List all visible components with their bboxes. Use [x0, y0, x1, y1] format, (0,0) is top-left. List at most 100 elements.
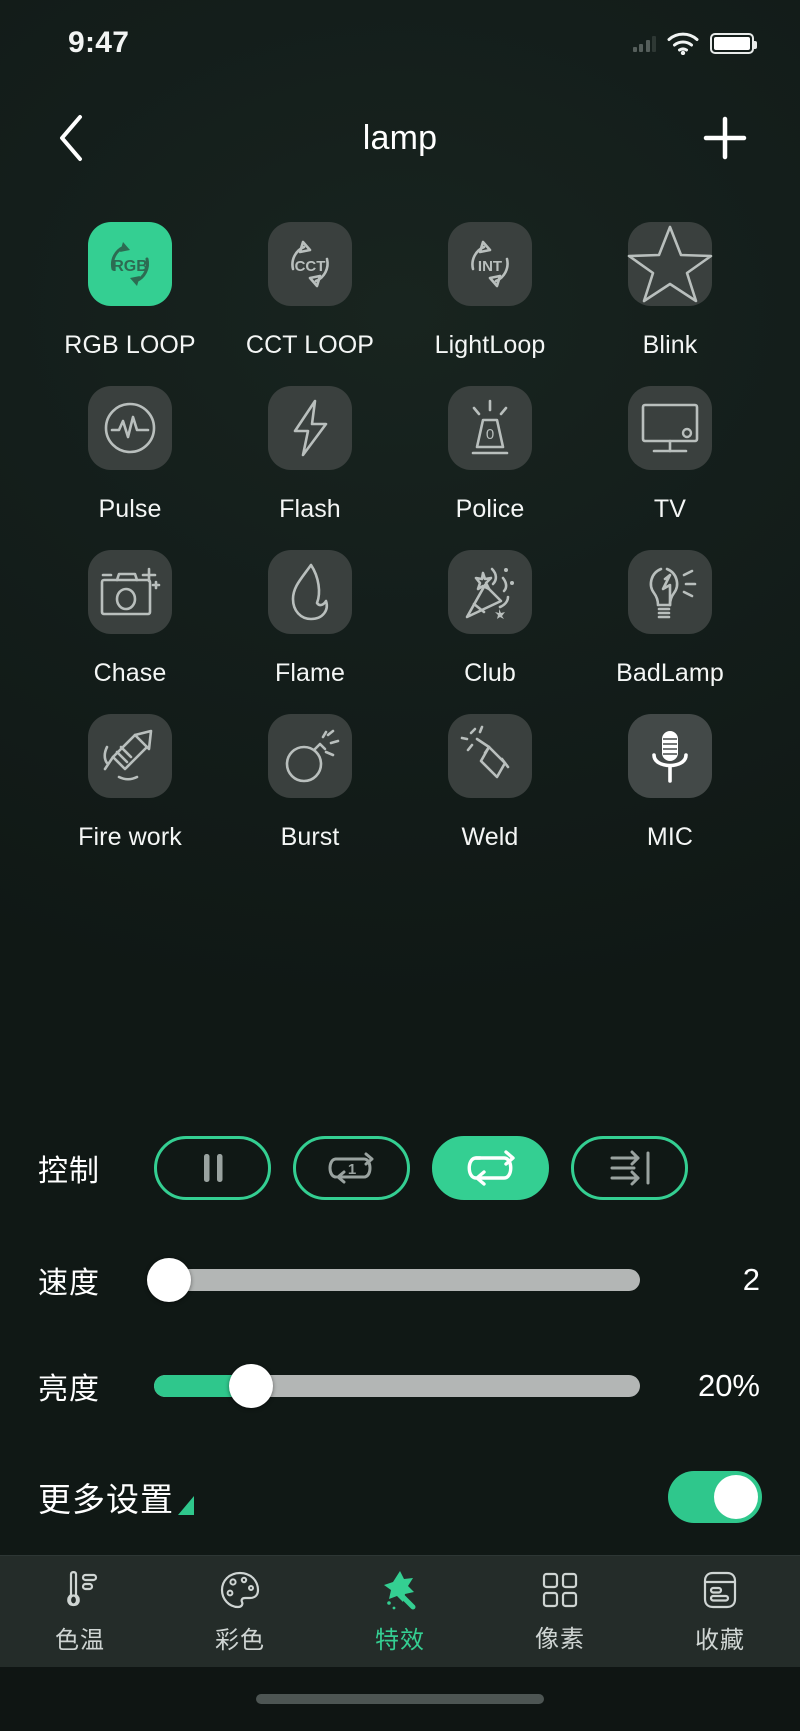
- home-indicator[interactable]: [256, 1694, 544, 1704]
- effect-item-badlamp[interactable]: BadLamp: [580, 532, 760, 688]
- control-mode-row: 控制 1: [38, 1109, 764, 1227]
- tab-color[interactable]: 彩色: [160, 1569, 320, 1655]
- effect-label: Fire work: [78, 823, 182, 851]
- palette-icon: [220, 1571, 260, 1608]
- firework-rocket-icon: [103, 729, 153, 781]
- add-button[interactable]: [698, 111, 752, 165]
- effect-label: TV: [653, 495, 687, 523]
- effect-tile: [88, 550, 172, 634]
- effect-tile: CCT: [268, 222, 352, 306]
- effect-item-police[interactable]: 0 Police: [400, 368, 580, 524]
- status-indicators: [632, 32, 757, 55]
- pulse-icon: [104, 402, 156, 454]
- tab-label: 像素: [535, 1625, 585, 1653]
- brightness-label: 亮度: [38, 1373, 100, 1406]
- home-indicator-area: [0, 1667, 800, 1731]
- effect-item-tv[interactable]: TV: [580, 368, 760, 524]
- tab-label: 彩色: [215, 1626, 265, 1654]
- effect-tile: [628, 714, 712, 798]
- battery-icon: [710, 32, 757, 54]
- thermometer-icon: [67, 1570, 98, 1606]
- repeat-one-icon: 1: [328, 1152, 373, 1184]
- tab-color-temperature[interactable]: 色温: [0, 1569, 160, 1655]
- effect-tile: [627, 222, 713, 306]
- brightness-value: 20%: [697, 1368, 760, 1403]
- speed-slider[interactable]: [146, 1258, 640, 1302]
- chevron-left-icon: [60, 115, 82, 161]
- effect-item-lightloop[interactable]: INT LightLoop: [400, 204, 580, 360]
- effects-grid: RGB RGB LOOP CCT CCT LOOP INT LightLoop …: [0, 190, 800, 852]
- effect-label: Pulse: [98, 495, 162, 523]
- speed-value: 2: [742, 1262, 760, 1297]
- bottom-tab-bar: 色温 彩色 特效 像素 收藏: [0, 1555, 800, 1667]
- repeat-one-button[interactable]: 1: [293, 1136, 410, 1200]
- effect-tile: [448, 714, 532, 798]
- pause-button[interactable]: [154, 1136, 271, 1200]
- effect-tile: [268, 714, 352, 798]
- control-buttons: 1: [154, 1136, 688, 1200]
- tab-label: 色温: [55, 1626, 105, 1654]
- repeat-all-button[interactable]: [432, 1136, 549, 1200]
- star-icon: [627, 225, 713, 303]
- repeat-all-icon: [467, 1150, 515, 1186]
- effect-label: LightLoop: [434, 331, 546, 359]
- effect-label: CCT LOOP: [245, 331, 375, 359]
- effect-item-chase[interactable]: Chase: [40, 532, 220, 688]
- magic-wand-icon: [384, 1570, 416, 1609]
- effect-tile: [268, 550, 352, 634]
- tv-icon: [641, 403, 699, 453]
- svg-text:RGB: RGB: [112, 258, 148, 275]
- more-settings-toggle-link[interactable]: 更多设置: [38, 1473, 194, 1521]
- effect-item-weld[interactable]: Weld: [400, 696, 580, 852]
- more-settings-row: 更多设置: [38, 1439, 764, 1555]
- effect-item-cct-loop[interactable]: CCT CCT LOOP: [220, 204, 400, 360]
- flame-icon: [291, 563, 329, 621]
- effect-item-flame[interactable]: Flame: [220, 532, 400, 688]
- status-bar: 9:47: [0, 0, 800, 86]
- speed-slider-track: [154, 1269, 640, 1291]
- effect-label: Blink: [642, 331, 698, 359]
- effect-item-mic[interactable]: MIC: [580, 696, 760, 852]
- pause-icon: [203, 1154, 222, 1182]
- effect-item-pulse[interactable]: Pulse: [40, 368, 220, 524]
- speed-slider-thumb[interactable]: [146, 1258, 191, 1302]
- effect-label: Flame: [275, 659, 345, 687]
- effect-item-flash[interactable]: Flash: [220, 368, 400, 524]
- effect-item-rgb-loop[interactable]: RGB RGB LOOP: [40, 204, 220, 360]
- effect-label: MIC: [646, 823, 694, 851]
- effect-item-blink[interactable]: Blink: [580, 204, 760, 360]
- effect-item-club[interactable]: Club: [400, 532, 580, 688]
- effect-tile: 0: [448, 386, 532, 470]
- svg-text:CCT: CCT: [295, 258, 326, 275]
- effect-item-firework[interactable]: Fire work: [40, 696, 220, 852]
- microphone-icon: [652, 731, 688, 783]
- more-settings-switch[interactable]: [668, 1471, 762, 1523]
- tab-favorites[interactable]: 收藏: [640, 1569, 800, 1655]
- effect-label: BadLamp: [616, 659, 724, 687]
- brightness-row: 亮度 20%: [38, 1333, 764, 1439]
- navigation-bar: lamp: [0, 86, 800, 190]
- control-panel: 控制 1 速度 2 亮度 20% 更多设置: [0, 852, 800, 1555]
- tab-pixel[interactable]: 像素: [480, 1570, 640, 1654]
- siren-icon: 0: [471, 399, 509, 455]
- effect-item-burst[interactable]: Burst: [220, 696, 400, 852]
- broken-bulb-icon: [649, 567, 697, 619]
- effect-tile: [628, 550, 712, 634]
- effect-label: Police: [455, 495, 525, 523]
- int-loop-icon: INT: [471, 240, 509, 288]
- control-label: 控制: [38, 1155, 100, 1188]
- svg-text:0: 0: [486, 426, 494, 443]
- tab-label: 收藏: [695, 1626, 745, 1654]
- status-time: 9:47: [68, 26, 130, 59]
- effect-label: Weld: [461, 823, 519, 851]
- tab-effects[interactable]: 特效: [320, 1569, 480, 1655]
- play-to-end-icon: [610, 1150, 649, 1186]
- effect-tile: RGB: [88, 222, 172, 306]
- play-to-end-button[interactable]: [571, 1136, 688, 1200]
- effect-label: Flash: [279, 495, 341, 523]
- brightness-slider[interactable]: [154, 1364, 640, 1408]
- effect-tile: [628, 386, 712, 470]
- archive-box-icon: [703, 1571, 737, 1608]
- brightness-slider-thumb[interactable]: [229, 1364, 274, 1408]
- back-button[interactable]: [44, 111, 98, 165]
